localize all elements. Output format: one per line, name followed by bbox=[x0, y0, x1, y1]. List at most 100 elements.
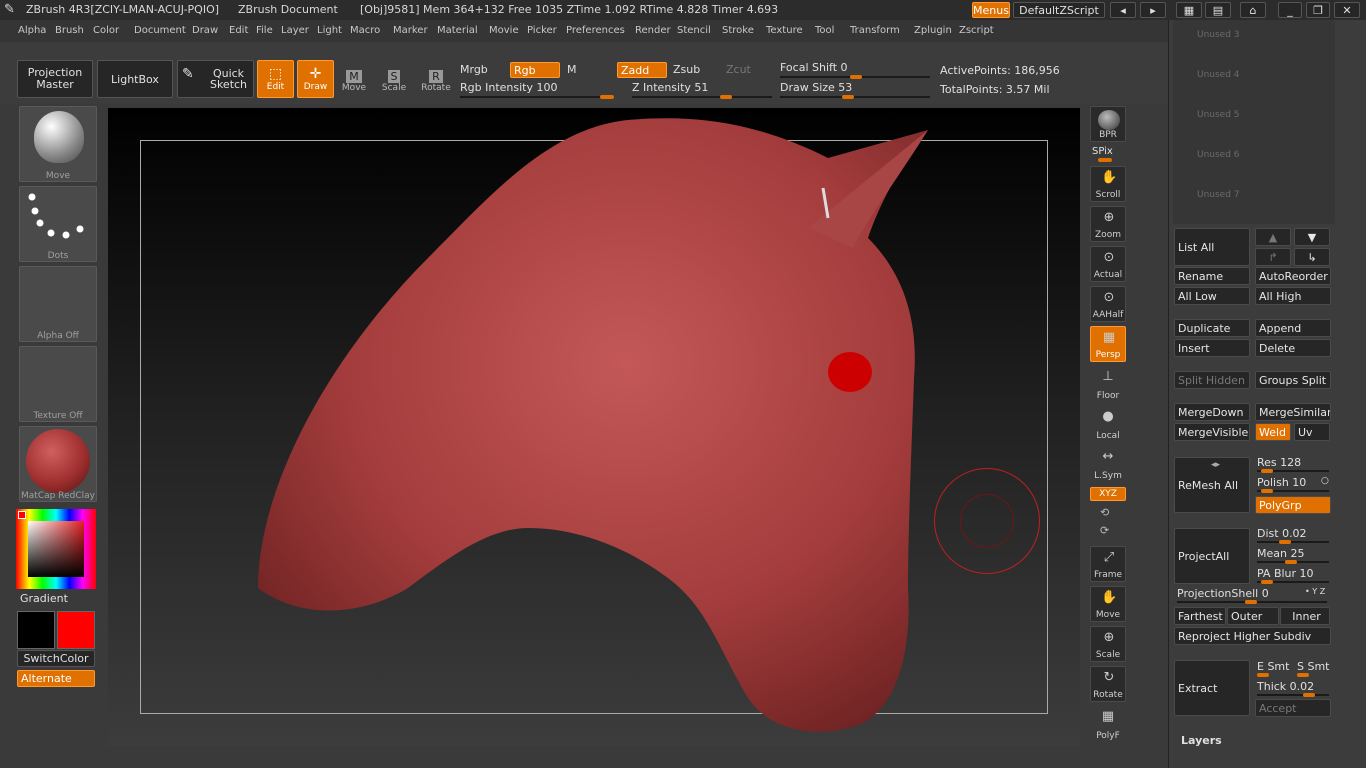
zcut-button[interactable]: Zcut bbox=[726, 63, 751, 76]
menu-tool[interactable]: Tool bbox=[815, 25, 834, 36]
rgb-button[interactable]: Rgb bbox=[510, 62, 560, 78]
arrow-down-icon[interactable]: ▼ bbox=[1294, 228, 1330, 246]
stroke-thumbnail[interactable]: Dots bbox=[19, 186, 97, 262]
menu-texture[interactable]: Texture bbox=[766, 25, 803, 36]
mergedown-button[interactable]: MergeDown bbox=[1174, 403, 1250, 421]
menu-preferences[interactable]: Preferences bbox=[566, 25, 625, 36]
rename-button[interactable]: Rename bbox=[1174, 267, 1250, 285]
scale-button[interactable]: S Scale bbox=[378, 64, 410, 98]
gradient-label[interactable]: Gradient bbox=[20, 592, 68, 605]
move-view-button[interactable]: ✋ Move bbox=[1090, 586, 1126, 622]
restore-icon[interactable]: ❐ bbox=[1306, 2, 1330, 18]
document-canvas[interactable] bbox=[108, 108, 1080, 746]
scale-view-button[interactable]: ⊕ Scale bbox=[1090, 626, 1126, 662]
alpha-thumbnail[interactable]: Alpha Off bbox=[19, 266, 97, 342]
rotate-z-icon[interactable]: ⟳ bbox=[1100, 524, 1109, 537]
move-down-icon[interactable]: ↳ bbox=[1294, 248, 1330, 266]
menu-color[interactable]: Color bbox=[93, 25, 119, 36]
menu-draw[interactable]: Draw bbox=[192, 25, 218, 36]
horse-head-model[interactable] bbox=[108, 108, 1080, 746]
color-picker[interactable] bbox=[16, 509, 96, 589]
zadd-button[interactable]: Zadd bbox=[617, 62, 667, 78]
menu-alpha[interactable]: Alpha bbox=[18, 25, 46, 36]
res-handle[interactable] bbox=[1261, 469, 1273, 473]
insert-button[interactable]: Insert bbox=[1174, 339, 1250, 357]
mrgb-button[interactable]: Mrgb bbox=[460, 63, 488, 76]
local-button[interactable]: ● Local bbox=[1090, 406, 1126, 442]
layout-icon[interactable]: ▦ bbox=[1176, 2, 1202, 18]
zsub-button[interactable]: Zsub bbox=[673, 63, 700, 76]
rotate-button[interactable]: R Rotate bbox=[418, 64, 454, 98]
draw-size-slider[interactable] bbox=[780, 96, 930, 98]
farthest-button[interactable]: Farthest bbox=[1174, 607, 1226, 625]
extract-button[interactable]: Extract bbox=[1174, 660, 1250, 716]
m-button[interactable]: M bbox=[567, 63, 577, 76]
polish-handle[interactable] bbox=[1261, 489, 1273, 493]
append-button[interactable]: Append bbox=[1255, 319, 1331, 337]
prev-icon[interactable]: ◂ bbox=[1110, 2, 1136, 18]
frame-button[interactable]: ⤢ Frame bbox=[1090, 546, 1126, 582]
move-up-icon[interactable]: ↱ bbox=[1255, 248, 1291, 266]
material-thumbnail[interactable]: MatCap RedClay bbox=[19, 426, 97, 502]
brush-thumbnail[interactable]: Move bbox=[19, 106, 97, 182]
rotate-y-icon[interactable]: ⟲ bbox=[1100, 506, 1109, 519]
aahalf-button[interactable]: ⊙ AAHalf bbox=[1090, 286, 1126, 322]
weld-toggle[interactable]: Weld bbox=[1255, 423, 1291, 441]
menu-light[interactable]: Light bbox=[317, 25, 342, 36]
secondary-color-swatch[interactable] bbox=[17, 611, 55, 649]
floor-button[interactable]: ⊥ Floor bbox=[1090, 366, 1126, 402]
all-low-button[interactable]: All Low bbox=[1174, 287, 1250, 305]
inner-button[interactable]: Inner bbox=[1280, 607, 1330, 625]
menu-brush[interactable]: Brush bbox=[55, 25, 84, 36]
menu-stencil[interactable]: Stencil bbox=[677, 25, 711, 36]
rgb-intensity-handle[interactable] bbox=[600, 95, 614, 99]
menu-edit[interactable]: Edit bbox=[229, 25, 248, 36]
thick-slider[interactable] bbox=[1257, 694, 1329, 696]
bpr-button[interactable]: BPR bbox=[1090, 106, 1126, 142]
uv-toggle[interactable]: Uv bbox=[1294, 423, 1330, 441]
reproject-higher-subdiv-button[interactable]: Reproject Higher Subdiv bbox=[1174, 627, 1331, 645]
menu-render[interactable]: Render bbox=[635, 25, 671, 36]
spix-slider[interactable] bbox=[1098, 158, 1112, 162]
move-button[interactable]: M Move bbox=[338, 64, 370, 98]
scroll-button[interactable]: ✋ Scroll bbox=[1090, 166, 1126, 202]
z-intensity-slider[interactable] bbox=[632, 96, 772, 98]
delete-button[interactable]: Delete bbox=[1255, 339, 1331, 357]
menu-picker[interactable]: Picker bbox=[527, 25, 557, 36]
alternate-button[interactable]: Alternate bbox=[17, 670, 95, 687]
minimize-icon[interactable]: _ bbox=[1278, 2, 1302, 18]
rotate-view-button[interactable]: ↻ Rotate bbox=[1090, 666, 1126, 702]
menu-file[interactable]: File bbox=[256, 25, 273, 36]
mergevisible-button[interactable]: MergeVisible bbox=[1174, 423, 1250, 441]
menus-button[interactable]: Menus bbox=[972, 2, 1010, 18]
menu-macro[interactable]: Macro bbox=[350, 25, 380, 36]
persp-button[interactable]: ▦ Persp bbox=[1090, 326, 1126, 362]
pa-blur-handle[interactable] bbox=[1261, 580, 1273, 584]
close-icon[interactable]: ✕ bbox=[1334, 2, 1360, 18]
layout2-icon[interactable]: ▤ bbox=[1205, 2, 1231, 18]
switchcolor-button[interactable]: SwitchColor bbox=[17, 650, 95, 667]
split-hidden-button[interactable]: Split Hidden bbox=[1174, 371, 1250, 389]
mergesimilar-button[interactable]: MergeSimilar bbox=[1255, 403, 1331, 421]
outer-button[interactable]: Outer bbox=[1227, 607, 1279, 625]
menu-transform[interactable]: Transform bbox=[850, 25, 900, 36]
autoreorder-button[interactable]: AutoReorder bbox=[1255, 267, 1331, 285]
xyz-button[interactable]: XYZ bbox=[1090, 487, 1126, 501]
subtool-slot[interactable]: Unused 4 bbox=[1197, 70, 1240, 80]
zoom-button[interactable]: ⊕ Zoom bbox=[1090, 206, 1126, 242]
thick-handle[interactable] bbox=[1303, 693, 1315, 697]
menu-layer[interactable]: Layer bbox=[281, 25, 309, 36]
color-square[interactable] bbox=[28, 521, 84, 577]
dist-slider[interactable] bbox=[1257, 541, 1329, 543]
e-smt-handle[interactable] bbox=[1257, 673, 1269, 677]
dist-handle[interactable] bbox=[1279, 540, 1291, 544]
menu-movie[interactable]: Movie bbox=[489, 25, 519, 36]
default-zscript-button[interactable]: DefaultZScript bbox=[1013, 2, 1105, 18]
polish-circle-icon[interactable]: ○ bbox=[1321, 476, 1329, 486]
rgb-intensity-slider[interactable] bbox=[460, 96, 610, 98]
layers-section-header[interactable]: Layers bbox=[1181, 734, 1222, 747]
all-high-button[interactable]: All High bbox=[1255, 287, 1331, 305]
menu-document[interactable]: Document bbox=[134, 25, 186, 36]
subtool-slot[interactable]: Unused 3 bbox=[1197, 30, 1240, 40]
projectall-button[interactable]: ProjectAll bbox=[1174, 528, 1250, 584]
